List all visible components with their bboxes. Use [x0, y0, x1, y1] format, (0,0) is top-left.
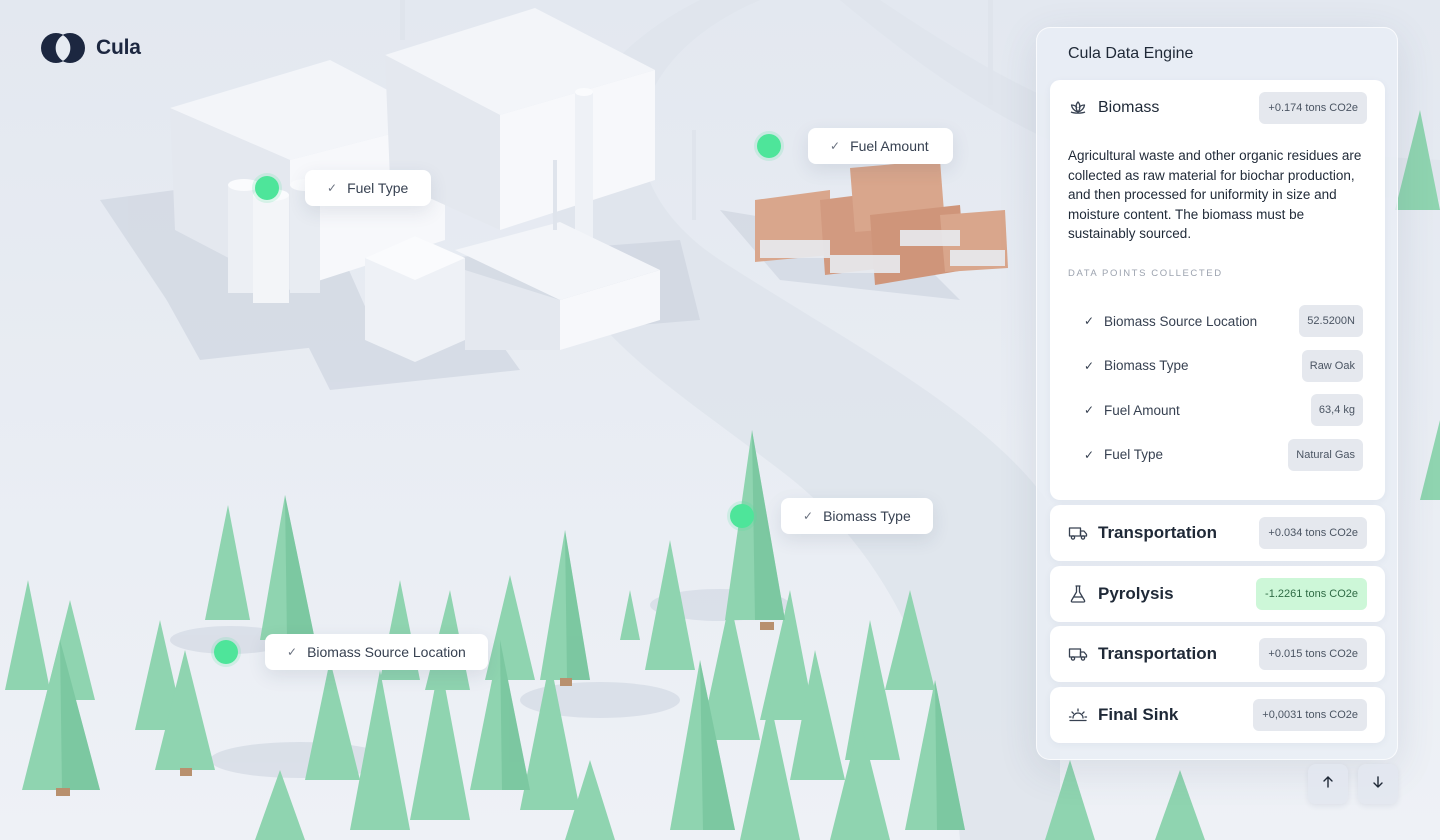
- stage-card-pyrolysis[interactable]: Pyrolysis -1.2261 tons CO2e: [1050, 566, 1385, 622]
- stage-title: Final Sink: [1098, 705, 1179, 724]
- tag-label: Fuel Type: [347, 180, 409, 196]
- stage-title: Biomass: [1098, 99, 1160, 116]
- stage-card-header[interactable]: Transportation +0.034 tons CO2e: [1050, 505, 1385, 561]
- fuel-type-tag[interactable]: ✓ Fuel Type: [305, 170, 431, 206]
- lotus-icon: [1068, 98, 1088, 118]
- stage-title: Transportation: [1098, 523, 1218, 542]
- check-icon: ✓: [1084, 403, 1095, 418]
- fuel-type-marker[interactable]: [255, 176, 279, 200]
- section-label: DATA POINTS COLLECTED: [1068, 267, 1223, 279]
- stage-card-header[interactable]: Final Sink +0,0031 tons CO2e: [1050, 687, 1385, 743]
- check-icon: ✓: [1084, 447, 1095, 462]
- arrow-up-icon: [1321, 775, 1335, 793]
- tag-label: Fuel Amount: [850, 138, 929, 154]
- flask-icon: [1068, 584, 1088, 604]
- biomass-type-marker[interactable]: [730, 504, 754, 528]
- check-icon: ✓: [1084, 314, 1095, 329]
- co2e-badge: +0.015 tons CO2e: [1259, 638, 1367, 670]
- truck-icon: [1068, 523, 1088, 543]
- panel-title: Cula Data Engine: [1068, 45, 1194, 62]
- co2e-badge: +0.174 tons CO2e: [1259, 92, 1367, 124]
- fuel-amount-tag[interactable]: ✓ Fuel Amount: [808, 128, 953, 164]
- stage-card-transportation[interactable]: Transportation +0.034 tons CO2e: [1050, 505, 1385, 561]
- sunset-icon: [1068, 705, 1088, 725]
- check-icon: ✓: [1084, 358, 1095, 373]
- data-point-label: Fuel Type: [1104, 447, 1164, 463]
- brand-logo[interactable]: Cula: [40, 32, 141, 64]
- co2e-badge: -1.2261 tons CO2e: [1256, 578, 1367, 610]
- stage-card-header[interactable]: Transportation +0.015 tons CO2e: [1050, 626, 1385, 682]
- fuel-amount-marker[interactable]: [757, 134, 781, 158]
- data-point-label: Fuel Amount: [1104, 402, 1180, 418]
- data-point-value: 52.5200N: [1299, 305, 1363, 338]
- co2e-badge: +0,0031 tons CO2e: [1253, 699, 1367, 731]
- stage-title: Transportation: [1098, 644, 1218, 663]
- stage-card-header[interactable]: Biomass +0.174 tons CO2e: [1050, 80, 1385, 136]
- arrow-down-icon: [1371, 775, 1385, 793]
- stage-description: Agricultural waste and other organic res…: [1068, 148, 1362, 242]
- check-icon: ✓: [803, 509, 814, 523]
- cula-logo-icon: [40, 32, 86, 64]
- stage-title: Pyrolysis: [1098, 584, 1174, 603]
- co2e-badge: +0.034 tons CO2e: [1259, 517, 1367, 549]
- data-point-row[interactable]: ✓ Biomass Source Location 52.5200N: [1084, 299, 1363, 344]
- stage-card-final-sink[interactable]: Final Sink +0,0031 tons CO2e: [1050, 687, 1385, 743]
- tag-label: Biomass Source Location: [307, 644, 466, 660]
- scroll-down-button[interactable]: [1358, 764, 1398, 804]
- biomass-type-tag[interactable]: ✓ Biomass Type: [781, 498, 933, 534]
- data-points-list: ✓ Biomass Source Location 52.5200N ✓ Bio…: [1050, 279, 1385, 477]
- check-icon: ✓: [287, 645, 298, 659]
- stage-card-header[interactable]: Pyrolysis -1.2261 tons CO2e: [1050, 566, 1385, 622]
- scroll-up-button[interactable]: [1308, 764, 1348, 804]
- brand-name: Cula: [96, 36, 141, 59]
- biomass-source-location-tag[interactable]: ✓ Biomass Source Location: [265, 634, 488, 670]
- stage-card-biomass[interactable]: Biomass +0.174 tons CO2e Agricultural wa…: [1050, 80, 1385, 500]
- biomass-source-location-marker[interactable]: [214, 640, 238, 664]
- stage-card-transportation[interactable]: Transportation +0.015 tons CO2e: [1050, 626, 1385, 682]
- data-point-row[interactable]: ✓ Fuel Type Natural Gas: [1084, 432, 1363, 477]
- data-point-value: 63,4 kg: [1310, 394, 1363, 427]
- data-engine-panel: Cula Data Engine Biomass +0.174 tons CO2…: [1036, 27, 1398, 760]
- data-point-row[interactable]: ✓ Fuel Amount 63,4 kg: [1084, 388, 1363, 433]
- data-point-value: Raw Oak: [1301, 349, 1363, 382]
- check-icon: ✓: [830, 139, 841, 153]
- truck-icon: [1068, 644, 1088, 664]
- data-point-value: Natural Gas: [1288, 438, 1363, 471]
- data-point-label: Biomass Type: [1104, 358, 1189, 374]
- data-point-row[interactable]: ✓ Biomass Type Raw Oak: [1084, 343, 1363, 388]
- data-point-label: Biomass Source Location: [1104, 313, 1258, 329]
- tag-label: Biomass Type: [823, 508, 911, 524]
- check-icon: ✓: [327, 181, 338, 195]
